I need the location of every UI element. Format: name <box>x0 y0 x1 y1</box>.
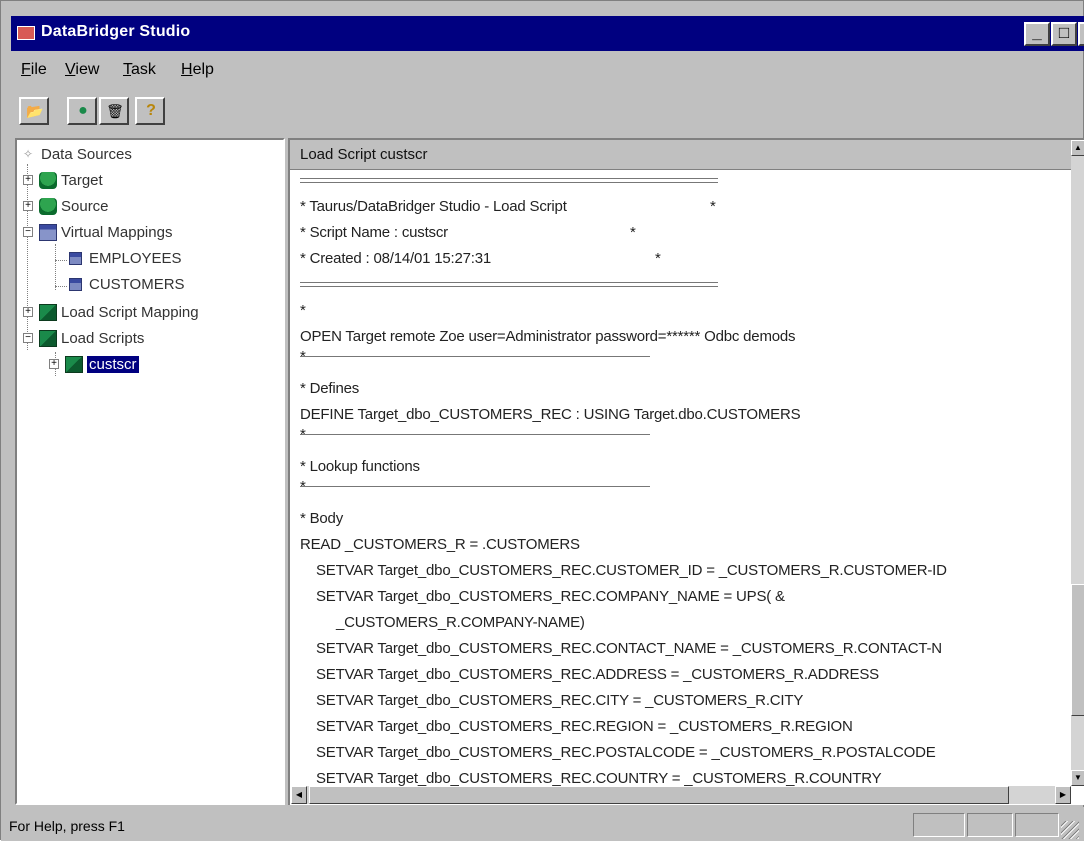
script-line: SETVAR Target_dbo_CUSTOMERS_REC.CITY = _… <box>316 692 804 709</box>
script-line: * Taurus/DataBridger Studio - Load Scrip… <box>300 198 567 215</box>
horizontal-scroll-thumb[interactable] <box>309 786 1009 804</box>
app-window: DataBridger Studio _ □ × File View Task … <box>0 0 1084 841</box>
script-line: * Lookup functions <box>300 458 420 475</box>
comment-trailing-asterisk: * <box>655 250 661 267</box>
script-editor-pane: Load Script custscr * Taurus/DataBridger… <box>288 138 1084 805</box>
scroll-down-arrow-icon[interactable]: ▼ <box>1071 770 1084 786</box>
resize-grip-icon[interactable] <box>1061 821 1079 839</box>
minimize-button[interactable]: _ <box>1024 22 1050 46</box>
script-icon <box>65 356 83 373</box>
help-icon: ? <box>146 102 156 119</box>
script-line: SETVAR Target_dbo_CUSTOMERS_REC.COMPANY_… <box>316 588 785 605</box>
collapse-load-scripts-toggle[interactable]: − <box>23 333 33 343</box>
datasource-button[interactable]: ● <box>67 97 97 125</box>
status-panel <box>1015 813 1059 837</box>
menu-help[interactable]: Help <box>181 61 214 79</box>
expand-target-toggle[interactable]: + <box>23 175 33 185</box>
table-icon <box>69 278 82 291</box>
script-line: DEFINE Target_dbo_CUSTOMERS_REC : USING … <box>300 406 801 423</box>
script-line: SETVAR Target_dbo_CUSTOMERS_REC.POSTALCO… <box>316 744 936 761</box>
database-icon <box>39 198 57 215</box>
open-folder-icon: 📂 <box>26 103 44 119</box>
expand-load-script-mapping-toggle[interactable]: + <box>23 307 33 317</box>
comment-dash-separator <box>300 486 650 487</box>
vertical-scrollbar[interactable]: ▲ ▼ <box>1071 140 1084 786</box>
script-line: SETVAR Target_dbo_CUSTOMERS_REC.COUNTRY … <box>316 770 882 787</box>
table-icon <box>39 224 57 241</box>
maximize-button[interactable]: □ <box>1051 22 1077 46</box>
script-icon <box>39 330 57 347</box>
vertical-scroll-thumb[interactable] <box>1071 584 1084 716</box>
menu-file[interactable]: File <box>21 61 47 79</box>
scroll-right-arrow-icon[interactable]: ▶ <box>1055 786 1071 804</box>
comment-dash-separator <box>300 434 650 435</box>
database-icon: ● <box>78 102 88 119</box>
script-line: * Script Name : custscr <box>300 224 448 241</box>
database-icon <box>39 172 57 189</box>
title-bar[interactable]: DataBridger Studio _ □ × <box>11 16 1084 51</box>
status-panel <box>967 813 1013 837</box>
comment-trailing-asterisk: * <box>710 198 716 215</box>
script-line: * Defines <box>300 380 360 397</box>
help-button[interactable]: ? <box>135 97 165 125</box>
trash-icon: 🗑 <box>106 103 124 119</box>
script-line: SETVAR Target_dbo_CUSTOMERS_REC.CONTACT_… <box>316 640 942 657</box>
menu-bar: File View Task Help <box>1 53 1084 87</box>
collapse-virtual-mappings-toggle[interactable]: − <box>23 227 33 237</box>
open-button[interactable]: 📂 <box>19 97 49 125</box>
script-icon <box>39 304 57 321</box>
script-line: SETVAR Target_dbo_CUSTOMERS_REC.CUSTOMER… <box>316 562 947 579</box>
close-button[interactable]: × <box>1078 22 1084 46</box>
table-icon <box>69 252 82 265</box>
script-line: SETVAR Target_dbo_CUSTOMERS_REC.ADDRESS … <box>316 666 879 683</box>
comment-trailing-asterisk: * <box>630 224 636 241</box>
expand-source-toggle[interactable]: + <box>23 201 33 211</box>
script-line: * <box>300 302 306 319</box>
comment-separator <box>300 282 718 287</box>
script-line: * Created : 08/14/01 15:27:31 <box>300 250 492 267</box>
script-line: READ _CUSTOMERS_R = .CUSTOMERS <box>300 536 580 553</box>
comment-separator <box>300 178 718 183</box>
pane-title: Load Script custscr <box>300 146 428 163</box>
scroll-left-arrow-icon[interactable]: ◀ <box>291 786 307 804</box>
toolbar: 📂 ● 🗑 ? <box>1 89 1084 133</box>
pane-header: Load Script custscr <box>290 140 1071 170</box>
data-sources-icon: ✧ <box>23 147 34 161</box>
status-panel <box>913 813 965 837</box>
status-text: For Help, press F1 <box>9 818 125 834</box>
expand-custscr-toggle[interactable]: + <box>49 359 59 369</box>
delete-button[interactable]: 🗑 <box>99 97 129 125</box>
script-line: _CUSTOMERS_R.COMPANY-NAME) <box>336 614 585 631</box>
window-title: DataBridger Studio <box>41 23 191 40</box>
status-bar: For Help, press F1 <box>1 807 1084 841</box>
app-icon <box>17 26 35 40</box>
scroll-up-arrow-icon[interactable]: ▲ <box>1071 140 1084 156</box>
comment-dash-separator <box>300 356 650 357</box>
tree-view[interactable]: ✧ Data Sources + Target + Source − Virtu… <box>15 138 285 805</box>
horizontal-scrollbar[interactable]: ◀ ▶ <box>291 786 1071 804</box>
script-line: * Body <box>300 510 343 527</box>
script-line: SETVAR Target_dbo_CUSTOMERS_REC.REGION =… <box>316 718 853 735</box>
menu-view[interactable]: View <box>65 61 99 79</box>
script-text-area[interactable]: * Taurus/DataBridger Studio - Load Scrip… <box>290 170 1071 787</box>
menu-task[interactable]: Task <box>123 61 156 79</box>
script-line: OPEN Target remote Zoe user=Administrato… <box>300 328 796 345</box>
